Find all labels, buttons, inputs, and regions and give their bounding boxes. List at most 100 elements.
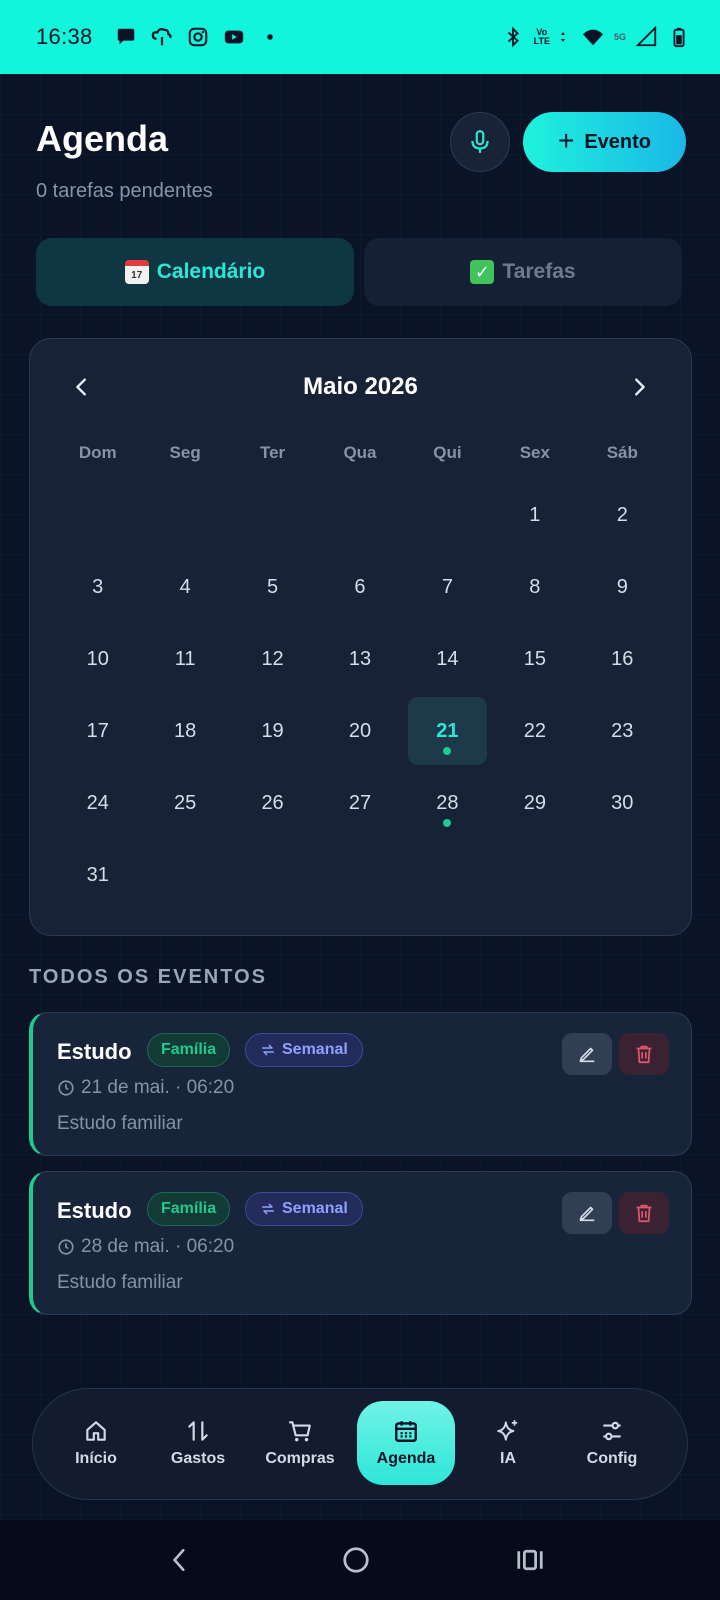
recurrence-label: Semanal — [282, 1200, 348, 1217]
calendar-day[interactable]: 19 — [229, 695, 316, 767]
voice-input-button[interactable] — [450, 112, 510, 172]
calendar-days-grid: 1 2 3 4 5 6 7 8 9 10 11 12 13 14 15 16 17 18 19 20 21 22 23 24 2… — [54, 479, 666, 911]
calendar-day[interactable]: 14 — [404, 623, 491, 695]
calendar-day[interactable]: 30 — [579, 767, 666, 839]
calendar-day[interactable]: 22 — [491, 695, 578, 767]
chevron-right-icon — [635, 378, 645, 396]
calendar-day[interactable]: 7 — [404, 551, 491, 623]
arrows-up-down-icon — [188, 1421, 208, 1441]
system-navigation-bar — [0, 1520, 720, 1600]
recurrence-label: Semanal — [282, 1041, 348, 1058]
nav-item-ia[interactable]: IA — [459, 1401, 557, 1485]
calendar-day[interactable]: 15 — [491, 623, 578, 695]
calendar-day-number: 20 — [348, 719, 372, 742]
event-title: Estudo — [57, 1198, 132, 1223]
calendar-day-number: 28 — [436, 791, 459, 814]
event-description: Estudo familiar — [57, 1113, 183, 1134]
calendar-day-number: 15 — [523, 647, 546, 670]
event-title: Estudo — [57, 1039, 132, 1064]
calendar-day[interactable]: 27 — [316, 767, 403, 839]
calendar-day-number: 18 — [174, 719, 197, 742]
system-home-button[interactable] — [338, 1542, 374, 1578]
event-datetime-text: 21 de mai. · 06:20 — [81, 1077, 235, 1098]
calendar-day[interactable]: 20 — [316, 695, 403, 767]
calendar-day[interactable]: 26 — [229, 767, 316, 839]
recurrence-tag: Semanal — [245, 1033, 363, 1067]
nav-item-gastos[interactable]: Gastos — [149, 1401, 247, 1485]
event-card[interactable]: Estudo Família Semanal 28 de mai. · 06:20 Es… — [29, 1171, 692, 1315]
calendar-day[interactable]: 12 — [229, 623, 316, 695]
page-title: Agenda — [36, 118, 169, 159]
category-tag: Família — [147, 1033, 231, 1067]
calendar-day-number: 19 — [261, 719, 284, 742]
calendar-day[interactable]: 13 — [316, 623, 403, 695]
calendar-day[interactable]: 11 — [141, 623, 228, 695]
calendar-day-number: 10 — [86, 647, 109, 670]
weekday-label: Sex — [519, 443, 550, 462]
calendar-day[interactable]: 4 — [141, 551, 228, 623]
calendar-day[interactable]: 9 — [579, 551, 666, 623]
calendar-day[interactable]: 25 — [141, 767, 228, 839]
event-datetime: 28 de mai. · 06:20 — [57, 1236, 234, 1258]
pencil-icon — [576, 1202, 598, 1224]
calendar-day[interactable]: 6 — [316, 551, 403, 623]
calendar-day-number: 3 — [92, 575, 104, 598]
calendar-day[interactable]: 31 — [54, 839, 141, 911]
calendar-day-number: 9 — [616, 575, 628, 598]
calendar-day-number: 31 — [86, 863, 109, 886]
calendar-day-number: 26 — [261, 791, 284, 814]
calendar-day[interactable]: 3 — [54, 551, 141, 623]
weekday-label: Qui — [433, 443, 462, 462]
tab-tasks-label: Tarefas — [502, 260, 576, 283]
event-card[interactable]: Estudo Família Semanal 21 de mai. · 06:20 Es… — [29, 1012, 692, 1156]
calendar-day[interactable]: 5 — [229, 551, 316, 623]
battery-icon — [673, 27, 685, 48]
calendar-day[interactable]: 28 — [404, 767, 491, 839]
event-datetime: 21 de mai. · 06:20 — [57, 1077, 234, 1099]
tab-tasks[interactable]: ✓ Tarefas — [364, 238, 682, 306]
calendar-day[interactable]: 18 — [141, 695, 228, 767]
clock-icon — [57, 1238, 75, 1256]
system-recents-button[interactable] — [512, 1542, 548, 1578]
calendar-day[interactable]: 2 — [579, 479, 666, 551]
plus-icon: + — [557, 125, 575, 156]
calendar-emoji-icon: 17 — [124, 260, 149, 284]
next-month-button[interactable] — [619, 367, 659, 407]
event-datetime-text: 28 de mai. · 06:20 — [81, 1236, 235, 1257]
calendar-day[interactable]: 23 — [579, 695, 666, 767]
calendar-day[interactable]: 10 — [54, 623, 141, 695]
calendar-month-label: Maio 2026 — [303, 373, 418, 400]
nav-item-compras[interactable]: Compras — [251, 1401, 349, 1485]
system-back-button[interactable] — [162, 1542, 198, 1578]
calendar-day[interactable]: 8 — [491, 551, 578, 623]
delete-event-button[interactable] — [619, 1192, 669, 1234]
calendar-day[interactable]: 17 — [54, 695, 141, 767]
calendar-day[interactable]: 16 — [579, 623, 666, 695]
edit-event-button[interactable] — [562, 1033, 612, 1075]
calendar-day[interactable]: 24 — [54, 767, 141, 839]
calendar-day-number: 21 — [436, 719, 459, 742]
calendar-day[interactable]: 1 — [491, 479, 578, 551]
weekday-label: Ter — [259, 443, 286, 462]
nav-item-in-cio[interactable]: Início — [47, 1401, 145, 1485]
wifi-icon — [582, 29, 604, 46]
weekday-header: Dom Seg Ter Qua Qui Sex Sáb — [54, 443, 666, 463]
pencil-icon — [576, 1043, 598, 1065]
tab-calendar[interactable]: 17 Calendário — [36, 238, 354, 306]
nav-item-agenda[interactable]: Agenda — [357, 1401, 455, 1485]
delete-event-button[interactable] — [619, 1033, 669, 1075]
calendar-day-number: 7 — [441, 575, 453, 598]
recents-icon — [517, 1549, 543, 1571]
add-event-button[interactable]: + Evento — [523, 112, 686, 172]
calendar-day-number: 11 — [174, 647, 196, 670]
calendar-day-selected[interactable]: 21 — [404, 695, 491, 767]
calendar-day-number: 30 — [611, 791, 634, 814]
calendar-day-number: 17 — [86, 719, 109, 742]
calendar-day-number: 12 — [261, 647, 284, 670]
bottom-navigation: Início Gastos Compras Agenda IA Config — [32, 1388, 688, 1500]
nav-item-config[interactable]: Config — [563, 1401, 661, 1485]
calendar-day[interactable]: 29 — [491, 767, 578, 839]
edit-event-button[interactable] — [562, 1192, 612, 1234]
instagram-icon — [188, 27, 207, 47]
network-type: 5G — [613, 31, 626, 42]
